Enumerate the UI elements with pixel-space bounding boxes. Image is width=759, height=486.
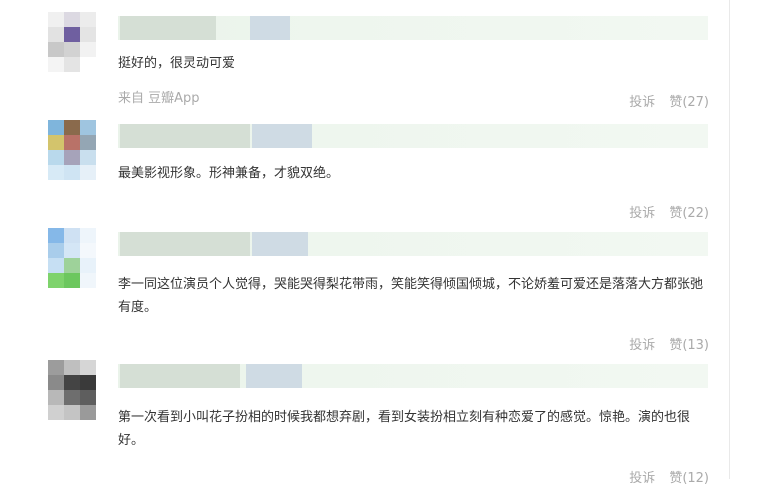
- user-avatar[interactable]: [48, 360, 96, 420]
- comment-source: 来自 豆瓣App: [118, 91, 200, 106]
- comment-item: 第一次看到小叫花子扮相的时候我都想弃剧，看到女装扮相立刻有种恋爱了的感觉。惊艳。…: [0, 360, 729, 486]
- comment-actions: 投诉 赞(22): [629, 202, 709, 221]
- like-button[interactable]: 赞(13): [669, 334, 709, 353]
- comment-actions: 投诉 赞(13): [629, 334, 709, 353]
- avatar-pixel: [64, 120, 80, 135]
- report-button[interactable]: 投诉: [629, 202, 655, 221]
- avatar-pixel: [48, 228, 64, 243]
- avatar-pixel: [64, 228, 80, 243]
- comment-text: 挺好的，很灵动可爱: [118, 56, 236, 71]
- report-button[interactable]: 投诉: [629, 91, 655, 110]
- avatar-pixel: [48, 360, 64, 375]
- avatar-pixel: [48, 12, 64, 27]
- avatar-pixel: [80, 390, 96, 405]
- report-button[interactable]: 投诉: [629, 467, 655, 486]
- comment-text: 李一同这位演员个人觉得，哭能哭得梨花带雨，笑能笑得倾国倾城，不论娇羞可爱还是落落…: [118, 277, 704, 315]
- avatar-pixel: [80, 120, 96, 135]
- avatar-pixel: [80, 228, 96, 243]
- comment-header-redacted: [118, 364, 708, 388]
- avatar-pixel: [80, 165, 96, 180]
- avatar-pixel: [80, 273, 96, 288]
- avatar-pixel: [80, 27, 96, 42]
- like-button[interactable]: 赞(12): [669, 467, 709, 486]
- avatar-pixel: [48, 405, 64, 420]
- avatar-pixel: [64, 135, 80, 150]
- avatar-pixel: [64, 243, 80, 258]
- avatar-pixel: [48, 273, 64, 288]
- avatar-pixel: [48, 165, 64, 180]
- avatar-pixel: [80, 150, 96, 165]
- avatar-pixel: [80, 375, 96, 390]
- avatar-pixel: [80, 42, 96, 57]
- avatar-pixel: [48, 57, 64, 72]
- user-avatar[interactable]: [48, 12, 96, 72]
- avatar-pixel: [48, 150, 64, 165]
- avatar-pixel: [64, 273, 80, 288]
- avatar-pixel: [64, 165, 80, 180]
- avatar-pixel: [48, 42, 64, 57]
- comment-text: 最美影视形象。形神兼备，才貌双绝。: [118, 166, 340, 181]
- avatar-pixel: [48, 243, 64, 258]
- comment-header-redacted: [118, 16, 708, 40]
- user-avatar[interactable]: [48, 228, 96, 288]
- avatar-pixel: [64, 12, 80, 27]
- avatar-pixel: [80, 243, 96, 258]
- avatar-pixel: [64, 57, 80, 72]
- comment-item: 最美影视形象。形神兼备，才貌双绝。 投诉 赞(22): [0, 120, 729, 221]
- avatar-pixel: [80, 12, 96, 27]
- avatar-pixel: [64, 27, 80, 42]
- avatar-pixel: [64, 375, 80, 390]
- report-button[interactable]: 投诉: [629, 334, 655, 353]
- user-avatar[interactable]: [48, 120, 96, 180]
- comment-actions: 投诉 赞(12): [629, 467, 709, 486]
- avatar-pixel: [64, 258, 80, 273]
- like-button[interactable]: 赞(22): [669, 202, 709, 221]
- comment-actions: 投诉 赞(27): [629, 91, 709, 110]
- comment-item: 李一同这位演员个人觉得，哭能哭得梨花带雨，笑能笑得倾国倾城，不论娇羞可爱还是落落…: [0, 228, 729, 356]
- avatar-pixel: [64, 405, 80, 420]
- avatar-pixel: [64, 390, 80, 405]
- avatar-pixel: [48, 258, 64, 273]
- comment-header-redacted: [118, 124, 708, 148]
- avatar-pixel: [80, 135, 96, 150]
- avatar-pixel: [48, 135, 64, 150]
- comment-header-redacted: [118, 232, 708, 256]
- avatar-pixel: [80, 360, 96, 375]
- comment-item: 挺好的，很灵动可爱 来自 豆瓣App 投诉 赞(27): [0, 12, 729, 112]
- comment-text: 第一次看到小叫花子扮相的时候我都想弃剧，看到女装扮相立刻有种恋爱了的感觉。惊艳。…: [118, 410, 691, 448]
- avatar-pixel: [64, 42, 80, 57]
- avatar-pixel: [64, 150, 80, 165]
- avatar-pixel: [64, 360, 80, 375]
- avatar-pixel: [48, 120, 64, 135]
- content-divider: [729, 0, 730, 479]
- avatar-pixel: [80, 405, 96, 420]
- avatar-pixel: [48, 390, 64, 405]
- avatar-pixel: [48, 375, 64, 390]
- avatar-pixel: [80, 258, 96, 273]
- avatar-pixel: [80, 57, 96, 72]
- avatar-pixel: [48, 27, 64, 42]
- like-button[interactable]: 赞(27): [669, 91, 709, 110]
